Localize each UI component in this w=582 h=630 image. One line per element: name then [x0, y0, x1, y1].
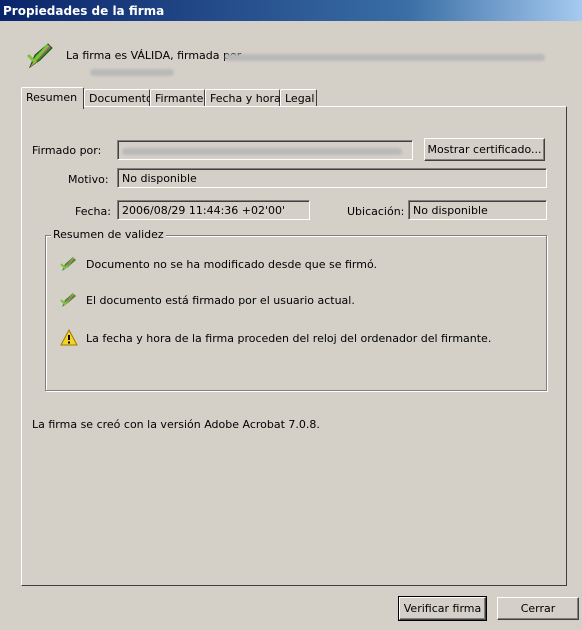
tab-documento[interactable]: Documento [84, 89, 153, 107]
valid-signature-pen-icon [26, 43, 53, 69]
acrobat-version-text: La firma se creó con la versión Adobe Ac… [32, 418, 320, 431]
reason-field[interactable]: No disponible [117, 168, 547, 188]
tab-resumen[interactable]: Resumen [21, 87, 84, 109]
close-button[interactable]: Cerrar [497, 597, 579, 620]
signature-properties-dialog: Propiedades de la firma La firma es VÁLI… [0, 0, 582, 630]
signature-status-text: La firma es VÁLIDA, firmada por [66, 49, 242, 62]
validity-summary-group: Resumen de validez Documento no se ha mo… [45, 228, 547, 391]
location-field[interactable]: No disponible [408, 200, 547, 220]
reason-label: Motivo: [68, 173, 109, 186]
signed-by-label: Firmado por: [32, 144, 102, 157]
location-label: Ubicación: [347, 205, 405, 218]
warning-icon [60, 329, 78, 346]
validity-item-text: El documento está firmado por el usuario… [86, 294, 355, 307]
date-label: Fecha: [75, 205, 111, 218]
signer-name-redacted-continued [90, 69, 174, 76]
show-certificate-button[interactable]: Mostrar certificado... [424, 138, 545, 161]
window-title: Propiedades de la firma [3, 4, 165, 18]
summary-panel: Firmado por: Mostrar certificado... Moti… [21, 106, 567, 586]
signature-status-header: La firma es VÁLIDA, firmada por [26, 41, 566, 81]
date-field[interactable]: 2006/08/29 11:44:36 +02'00' [117, 200, 310, 220]
validity-item-text: La fecha y hora de la firma proceden del… [86, 332, 492, 345]
validity-summary-title: Resumen de validez [51, 228, 166, 241]
tab-firmante[interactable]: Firmante [150, 89, 205, 107]
tab-fecha-y-hora[interactable]: Fecha y hora [205, 89, 281, 107]
pen-check-icon [60, 257, 76, 271]
signed-by-redacted [122, 147, 402, 155]
title-bar[interactable]: Propiedades de la firma [0, 0, 582, 21]
validity-item-text: Documento no se ha modificado desde que … [86, 258, 377, 271]
signed-by-field[interactable] [117, 140, 413, 160]
signer-name-redacted [225, 54, 545, 61]
pen-check-icon [60, 293, 76, 307]
tab-legal[interactable]: Legal [280, 89, 317, 107]
verify-signature-button[interactable]: Verificar firma [398, 596, 487, 621]
